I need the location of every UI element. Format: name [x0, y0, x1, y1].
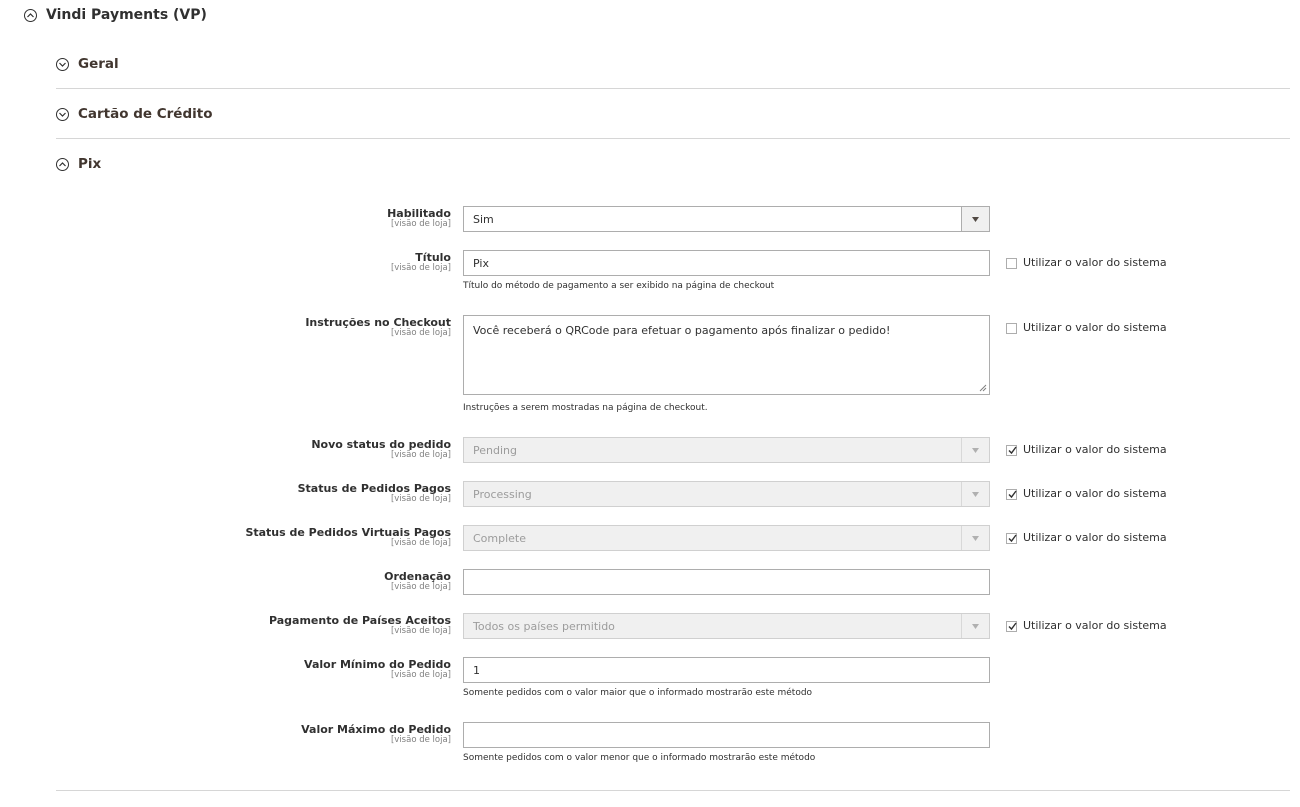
dropdown-arrow-icon [961, 482, 989, 506]
dropdown-arrow-icon [961, 438, 989, 462]
input-value: 1 [473, 664, 480, 677]
titulo-use-system-checkbox[interactable] [1006, 258, 1017, 269]
scope-label: [visão de loja] [390, 219, 451, 229]
checkmark-icon [1008, 490, 1017, 499]
titulo-input[interactable]: Pix [463, 250, 990, 276]
field-label-valor-minimo: Valor Mínimo do Pedido [visão de loja] [304, 659, 451, 680]
field-label-paises: Pagamento de Países Aceitos [visão de lo… [269, 615, 451, 636]
section-title: Vindi Payments (VP) [46, 7, 207, 23]
habilitado-select[interactable]: Sim [463, 206, 990, 232]
status-virtuais-use-system-checkbox[interactable] [1006, 533, 1017, 544]
instrucoes-textarea[interactable]: Você receberá o QRCode para efetuar o pa… [463, 315, 990, 395]
status-virtuais-select[interactable]: Complete [463, 525, 990, 551]
status-pagos-select[interactable]: Processing [463, 481, 990, 507]
dropdown-arrow-icon [961, 207, 989, 231]
field-note: Somente pedidos com o valor maior que o … [463, 688, 813, 698]
use-system-label: Utilizar o valor do sistema [1023, 443, 1167, 456]
dropdown-arrow-icon [961, 526, 989, 550]
paises-use-system-checkbox[interactable] [1006, 621, 1017, 632]
field-label-valor-maximo: Valor Máximo do Pedido [visão de loja] [301, 724, 451, 745]
field-label-status-virtuais: Status de Pedidos Virtuais Pagos [visão … [245, 527, 451, 548]
select-value: Todos os países permitido [473, 620, 615, 633]
scope-label: [visão de loja] [390, 263, 451, 273]
input-value: Pix [473, 257, 489, 270]
scope-label: [visão de loja] [390, 450, 451, 460]
use-system-label: Utilizar o valor do sistema [1023, 487, 1167, 500]
divider [56, 138, 1290, 139]
select-value: Complete [473, 532, 527, 545]
chevron-up-icon [56, 158, 69, 171]
field-label-habilitado: Habilitado [visão de loja] [387, 208, 451, 229]
group-title: Geral [78, 56, 119, 72]
chevron-down-icon [56, 58, 69, 71]
field-note: Instruções a serem mostradas na página d… [463, 403, 708, 413]
divider [56, 88, 1290, 89]
paises-select[interactable]: Todos os países permitido [463, 613, 990, 639]
field-label-status-pagos: Status de Pedidos Pagos [visão de loja] [298, 483, 451, 504]
scope-label: [visão de loja] [390, 670, 451, 680]
use-system-label: Utilizar o valor do sistema [1023, 256, 1167, 269]
field-note: Título do método de pagamento a ser exib… [463, 281, 775, 291]
resize-handle-icon[interactable] [979, 384, 987, 392]
scope-label: [visão de loja] [390, 582, 451, 592]
use-system-label: Utilizar o valor do sistema [1023, 321, 1167, 334]
scope-label: [visão de loja] [390, 328, 451, 338]
status-pagos-use-system-checkbox[interactable] [1006, 489, 1017, 500]
select-value: Pending [473, 444, 517, 457]
textarea-value: Você receberá o QRCode para efetuar o pa… [473, 324, 891, 337]
use-system-label: Utilizar o valor do sistema [1023, 531, 1167, 544]
group-title: Cartão de Crédito [78, 106, 213, 122]
scope-label: [visão de loja] [390, 494, 451, 504]
checkmark-icon [1008, 534, 1017, 543]
valor-minimo-input[interactable]: 1 [463, 657, 990, 683]
select-value: Sim [473, 213, 494, 226]
field-note: Somente pedidos com o valor menor que o … [463, 753, 816, 763]
novo-status-use-system-checkbox[interactable] [1006, 445, 1017, 456]
use-system-label: Utilizar o valor do sistema [1023, 619, 1167, 632]
checkmark-icon [1008, 622, 1017, 631]
valor-maximo-input[interactable] [463, 722, 990, 748]
field-label-titulo: Título [visão de loja] [391, 252, 451, 273]
chevron-up-icon [24, 9, 37, 22]
group-title: Pix [78, 156, 102, 172]
divider [56, 790, 1290, 791]
chevron-down-icon [56, 108, 69, 121]
select-value: Processing [473, 488, 532, 501]
scope-label: [visão de loja] [390, 735, 451, 745]
dropdown-arrow-icon [961, 614, 989, 638]
field-label-instrucoes: Instruções no Checkout [visão de loja] [305, 317, 451, 338]
instrucoes-use-system-checkbox[interactable] [1006, 323, 1017, 334]
checkmark-icon [1008, 446, 1017, 455]
scope-label: [visão de loja] [390, 626, 451, 636]
novo-status-select[interactable]: Pending [463, 437, 990, 463]
scope-label: [visão de loja] [390, 538, 451, 548]
ordenacao-input[interactable] [463, 569, 990, 595]
field-label-novo-status: Novo status do pedido [visão de loja] [311, 439, 451, 460]
field-label-ordenacao: Ordenação [visão de loja] [384, 571, 451, 592]
